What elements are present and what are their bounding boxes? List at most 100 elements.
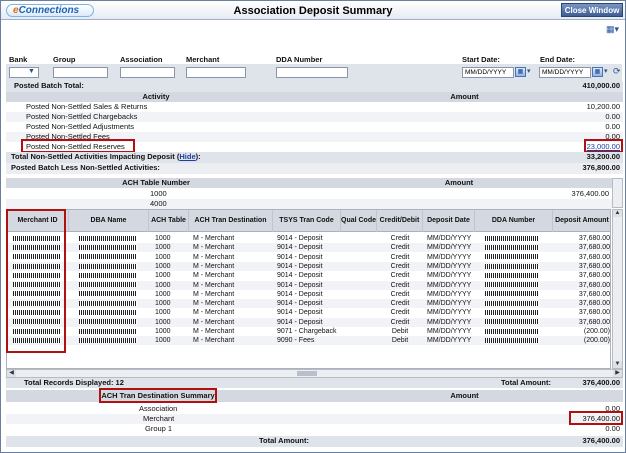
masked-value <box>485 282 539 288</box>
credit-debit-cell: Credit <box>390 253 410 261</box>
deposit-grid: Merchant ID DBA Name ACH Table ACH Tran … <box>6 209 611 369</box>
deposit-amount-cell: 37,680.00 <box>578 300 610 308</box>
ach-table-header[interactable]: ACH Table <box>149 210 189 232</box>
tsys-tran-code-header[interactable]: TSYS Tran Code <box>273 210 341 232</box>
activity-label: Posted Non-Settled Sales & Returns <box>26 102 148 111</box>
dda-number-cell <box>485 253 543 262</box>
deposit-date-cell: MM/DD/YYYY <box>427 290 472 298</box>
scroll-down-icon[interactable]: ▼ <box>613 361 622 368</box>
masked-value <box>485 300 539 306</box>
credit-debit-cell: Credit <box>390 290 410 298</box>
deposit-amount-cell: 37,680.00 <box>578 318 610 326</box>
table-row[interactable]: 1000 M - Merchant 9071 - Chargeback Debit MM… <box>7 327 610 336</box>
activity-row: Posted Non-Settled Adjustments 0.00 <box>6 122 623 132</box>
reserves-amount-highlight-box <box>584 139 623 153</box>
deposit-date-cell: MM/DD/YYYY <box>427 272 472 280</box>
end-date-label: End Date: <box>540 55 576 64</box>
activity-amount: 0.00 <box>605 112 620 121</box>
credit-debit-header[interactable]: Credit/Debit <box>377 210 423 232</box>
deposit-amount-cell: 37,680.00 <box>578 253 610 261</box>
grid-vertical-scrollbar[interactable]: ▲ ▼ <box>612 209 623 369</box>
table-row[interactable]: 1000 M - Merchant 9014 - Deposit Credit MM/D… <box>7 308 610 317</box>
ach-table-cell: 1000 <box>155 290 171 298</box>
destination-amount: 0.00 <box>605 424 620 433</box>
scroll-left-icon[interactable]: ◀ <box>7 370 16 377</box>
ach-tran-destination-cell: M - Merchant <box>193 272 235 280</box>
credit-debit-cell: Credit <box>390 244 410 252</box>
table-row[interactable]: 1000 M - Merchant 9014 - Deposit Credit MM/D… <box>7 280 610 290</box>
table-row[interactable]: 1000 M - Merchant 9014 - Deposit Credit MM/D… <box>7 253 610 262</box>
close-window-button[interactable]: Close Window <box>561 3 623 17</box>
scroll-right-icon[interactable]: ▶ <box>613 370 622 377</box>
ach-tran-destination-cell: M - Merchant <box>193 337 235 345</box>
table-row[interactable]: 1000 M - Merchant 9014 - Deposit Credit MM/D… <box>7 271 610 280</box>
start-date-input[interactable]: MM/DD/YYYY <box>462 67 514 78</box>
posted-batch-total-value: 410,000.00 <box>582 81 620 90</box>
ach-table-cell: 1000 <box>155 300 171 308</box>
table-row[interactable]: 1000 M - Merchant 9014 - Deposit Credit MM/D… <box>7 261 610 271</box>
credit-debit-cell: Credit <box>390 235 410 242</box>
dda-number-label: DDA Number <box>276 55 323 64</box>
table-row[interactable]: 1000 M - Merchant 9014 - Deposit Credit MM/D… <box>7 317 610 327</box>
ach-table-scrollbar[interactable] <box>612 178 623 208</box>
activity-column-header: Activity <box>6 92 306 102</box>
ach-tran-destination-header[interactable]: ACH Tran Destination <box>189 210 273 232</box>
chevron-down-icon[interactable]: ▾ <box>527 67 531 75</box>
association-input[interactable] <box>120 67 175 78</box>
bank-label: Bank <box>9 55 28 64</box>
activity-row: Posted Non-Settled Chargebacks 0.00 <box>6 112 623 122</box>
dba-name-cell <box>79 336 141 345</box>
masked-value <box>79 300 137 306</box>
tsys-tran-code-cell: 9014 - Deposit <box>277 262 323 270</box>
end-date-input[interactable]: MM/DD/YYYY <box>539 67 591 78</box>
table-row[interactable]: 1000 M - Merchant 9090 - Fees Debit MM/DD/YY… <box>7 336 610 346</box>
deposit-date-cell: MM/DD/YYYY <box>427 328 472 335</box>
credit-debit-cell: Debit <box>391 337 409 345</box>
grid-options-icon[interactable]: ▦▾ <box>606 25 622 34</box>
dba-name-cell <box>79 262 141 271</box>
refresh-icon[interactable]: ⟳ <box>613 66 621 77</box>
masked-value <box>79 235 137 241</box>
calendar-icon[interactable]: ▦ <box>515 67 526 77</box>
bank-select[interactable]: ▼ <box>9 67 39 78</box>
deposit-amount-header[interactable]: Deposit Amount <box>553 210 610 232</box>
ach-tran-destination-cell: M - Merchant <box>193 253 235 261</box>
scroll-thumb[interactable] <box>297 371 317 376</box>
destination-row: Group 1 0.00 <box>6 424 623 434</box>
tsys-tran-code-cell: 9090 - Fees <box>277 337 315 345</box>
dda-number-header[interactable]: DDA Number <box>475 210 553 232</box>
hide-link[interactable]: Hide <box>179 152 195 161</box>
dba-name-cell <box>79 299 141 308</box>
tsys-tran-code-cell: 9014 - Deposit <box>277 281 323 289</box>
chevron-down-icon[interactable]: ▾ <box>604 67 608 75</box>
total-non-settled-text: Total Non-Settled Activities Impacting D… <box>11 152 180 161</box>
ach-table-cell: 1000 <box>155 328 171 335</box>
grid-horizontal-scrollbar[interactable]: ◀ ▶ <box>6 369 623 378</box>
group-input[interactable] <box>53 67 108 78</box>
dda-number-cell <box>485 299 543 308</box>
dba-name-cell <box>79 318 141 327</box>
dba-name-header[interactable]: DBA Name <box>69 210 149 232</box>
dda-number-input[interactable] <box>276 67 348 78</box>
activity-amount-column-header: Amount <box>306 92 623 102</box>
deposit-date-cell: MM/DD/YYYY <box>427 244 472 252</box>
group-label: Group <box>53 55 76 64</box>
ach-tran-destination-cell: M - Merchant <box>193 290 235 298</box>
merchant-input[interactable] <box>186 67 246 78</box>
table-row[interactable]: 1000 M - Merchant 9014 - Deposit Credit MM/D… <box>7 234 610 243</box>
qual-code-header[interactable]: Qual Code <box>341 210 377 232</box>
masked-value <box>485 310 539 316</box>
table-row[interactable]: 1000 M - Merchant 9014 - Deposit Credit MM/D… <box>7 299 610 309</box>
masked-value <box>485 254 539 260</box>
masked-value <box>485 328 539 334</box>
chevron-down-icon: ▼ <box>28 68 35 75</box>
activity-row: Posted Non-Settled Sales & Returns 10,200… <box>6 102 623 112</box>
calendar-icon[interactable]: ▦ <box>592 67 603 77</box>
table-row[interactable]: 1000 M - Merchant 9014 - Deposit Credit MM/D… <box>7 290 610 299</box>
table-row[interactable]: 1000 M - Merchant 9014 - Deposit Credit MM/D… <box>7 243 610 253</box>
deposit-date-header[interactable]: Deposit Date <box>423 210 475 232</box>
ach-table-number: 1000 <box>150 189 167 198</box>
scroll-up-icon[interactable]: ▲ <box>613 210 622 217</box>
masked-value <box>79 319 137 325</box>
destination-amount-header: Amount <box>306 390 623 402</box>
